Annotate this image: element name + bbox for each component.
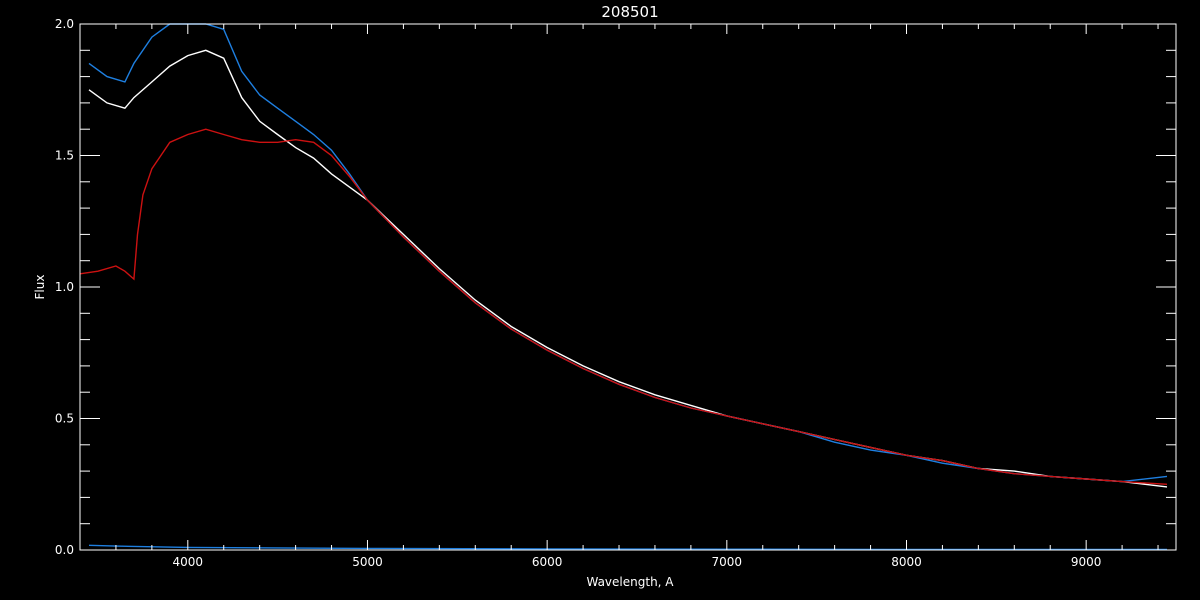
x-tick-label: 4000	[173, 555, 204, 569]
chart-title: 208501	[601, 3, 658, 21]
y-tick-label: 1.5	[55, 149, 74, 163]
chart-background	[0, 0, 1200, 600]
spectrum-chart: 208501 Wavelength, A Flux 4000 5000 6000 70…	[0, 0, 1200, 600]
x-tick-label: 6000	[532, 555, 563, 569]
y-tick-label: 2.0	[55, 17, 74, 31]
y-tick-label: 0.0	[55, 543, 74, 557]
y-tick-label: 0.5	[55, 412, 74, 426]
x-axis-label: Wavelength, A	[586, 575, 674, 589]
x-tick-label: 8000	[891, 555, 922, 569]
x-tick-label: 5000	[352, 555, 383, 569]
y-tick-label: 1.0	[55, 280, 74, 294]
x-tick-label: 7000	[712, 555, 743, 569]
y-axis-label: Flux	[33, 275, 47, 300]
x-tick-label: 9000	[1071, 555, 1102, 569]
